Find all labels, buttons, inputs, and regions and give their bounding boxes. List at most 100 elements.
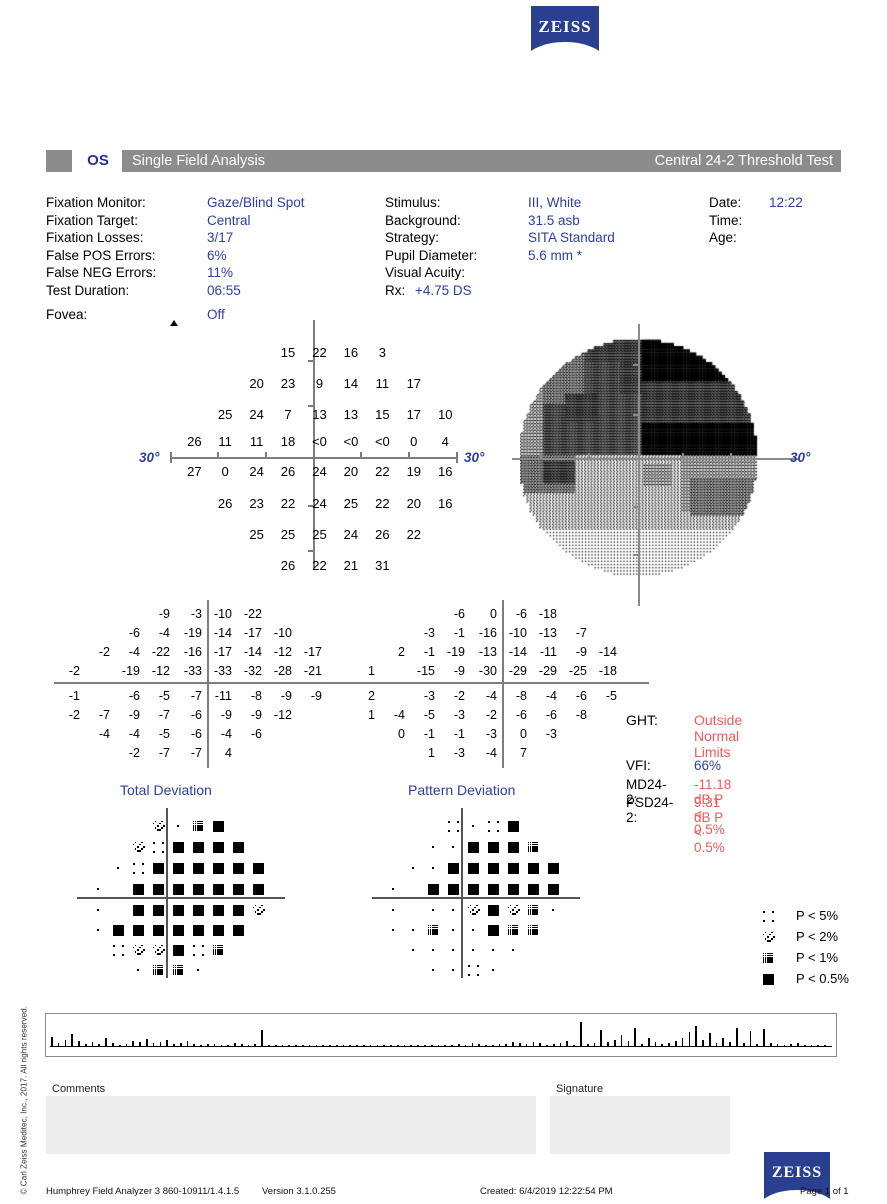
pattern-deviation-title: Pattern Deviation [408, 782, 516, 798]
probability-symbol-p05 [192, 904, 204, 916]
gaze-spike [186, 1040, 189, 1047]
threshold-value: 21 [343, 558, 359, 574]
pattern-deviation-value: -6 [515, 607, 527, 621]
probability-symbol-p1 [762, 952, 774, 964]
total-deviation-value: -12 [273, 645, 292, 659]
probability-symbol-dot [471, 928, 475, 932]
ght-label: GHT: [626, 712, 658, 728]
header-bar-left-block [46, 150, 72, 172]
info-value: 11% [207, 265, 234, 281]
gaze-spike [586, 1043, 589, 1047]
pattern-deviation-value: -3 [545, 727, 557, 741]
gaze-spike [132, 1040, 135, 1047]
total-deviation-value: -22 [243, 607, 262, 621]
probability-symbol-p1 [152, 964, 164, 976]
pattern-deviation-value: 0 [490, 607, 497, 621]
pattern-deviation-value: -6 [453, 607, 465, 621]
probability-symbol-p5 [467, 964, 479, 976]
pattern-deviation-value: -3 [485, 727, 497, 741]
gaze-spike [451, 1044, 453, 1047]
gaze-spike [668, 1042, 670, 1047]
probability-symbol-dot [96, 928, 100, 932]
axis-tick [360, 452, 362, 458]
threshold-value: 31 [375, 558, 390, 574]
threshold-value: 11 [249, 434, 264, 450]
gaze-spike [491, 1044, 494, 1047]
axis-tick [633, 414, 639, 416]
probability-symbol-p2 [507, 904, 520, 916]
gaze-spike [274, 1044, 277, 1047]
pattern-deviation-value: 2 [398, 645, 405, 659]
gaze-spike [254, 1043, 257, 1047]
pattern-deviation-numeric-grid: -6 0 -6 -18 -3 -1 -16 -10 -13 -7 2 -1 -19 -13 -14 -11 -9… [349, 600, 655, 768]
gaze-spike [207, 1043, 209, 1047]
threshold-value: 24 [312, 464, 327, 480]
probability-symbol-p05 [212, 904, 224, 916]
gaze-spike [342, 1044, 345, 1047]
total-deviation-value: -11 [214, 689, 232, 703]
zeiss-logo-top: ZEISS [531, 6, 599, 56]
gaze-spike [91, 1041, 94, 1047]
axis-tick [408, 452, 410, 458]
gaze-spike [220, 1044, 223, 1047]
gaze-spike [647, 1037, 650, 1047]
gaze-spike [824, 1044, 826, 1047]
total-deviation-value: -9 [158, 607, 170, 621]
probability-symbol-p5 [132, 862, 144, 874]
gaze-spike [240, 1043, 243, 1047]
total-deviation-value: -9 [250, 708, 262, 722]
gaze-spike [457, 1043, 460, 1047]
probability-symbol-p05 [192, 924, 204, 936]
threshold-value: 26 [217, 495, 233, 511]
probability-symbol-p05 [487, 862, 499, 874]
gaze-spike [417, 1044, 419, 1047]
test-title: Central 24-2 Threshold Test [654, 153, 833, 169]
threshold-value: 7 [284, 407, 292, 423]
info-label: False NEG Errors: [46, 265, 157, 281]
info-value: +4.75 DS [415, 282, 472, 298]
total-deviation-axis-vertical [166, 808, 168, 978]
info-row: Background: [385, 212, 477, 230]
probability-symbol-p05 [172, 904, 184, 916]
probability-symbol-p05 [467, 841, 479, 853]
threshold-value: 17 [406, 407, 422, 423]
pattern-deviation-value: -15 [416, 664, 435, 678]
axis-tick [308, 550, 314, 552]
probability-symbol-p05 [547, 883, 559, 895]
pattern-deviation-value: 7 [520, 746, 527, 760]
total-deviation-value: -17 [213, 645, 232, 659]
signature-box[interactable] [550, 1096, 730, 1154]
gaze-spike [315, 1044, 318, 1047]
grayscale-axis-horizontal [512, 458, 798, 460]
probability-symbol-p5 [112, 944, 124, 956]
total-deviation-value: -5 [158, 689, 170, 703]
pattern-deviation-value: -19 [446, 645, 465, 659]
threshold-value: 17 [406, 376, 422, 392]
pattern-deviation-value: -1 [423, 645, 435, 659]
pattern-deviation-axis-vertical [461, 808, 463, 978]
total-deviation-value: -9 [310, 689, 322, 703]
total-deviation-value: -19 [183, 626, 202, 640]
probability-symbol-p05 [192, 841, 204, 853]
gaze-spike [301, 1044, 304, 1047]
probability-symbol-dot [391, 908, 395, 912]
threshold-value: 23 [280, 376, 296, 392]
probability-symbol-p5 [447, 820, 459, 832]
pattern-deviation-value: -13 [538, 626, 557, 640]
gaze-spike [620, 1035, 623, 1047]
gaze-spike [424, 1044, 426, 1047]
probability-symbol-dot [136, 968, 140, 972]
total-deviation-value: -28 [273, 664, 292, 678]
probability-symbol-dot [491, 968, 495, 972]
threshold-value: 22 [406, 526, 422, 542]
gaze-spike [71, 1034, 74, 1047]
total-deviation-title: Total Deviation [120, 782, 212, 798]
info-row: Date: [709, 194, 742, 212]
probability-symbol-p05 [172, 841, 184, 853]
threshold-value: 22 [375, 495, 390, 511]
pattern-deviation-axis-horizontal [372, 897, 580, 899]
gaze-spike [485, 1044, 487, 1047]
pattern-deviation-value: -16 [478, 626, 497, 640]
comments-box[interactable] [46, 1096, 536, 1154]
gaze-spike [281, 1044, 284, 1047]
